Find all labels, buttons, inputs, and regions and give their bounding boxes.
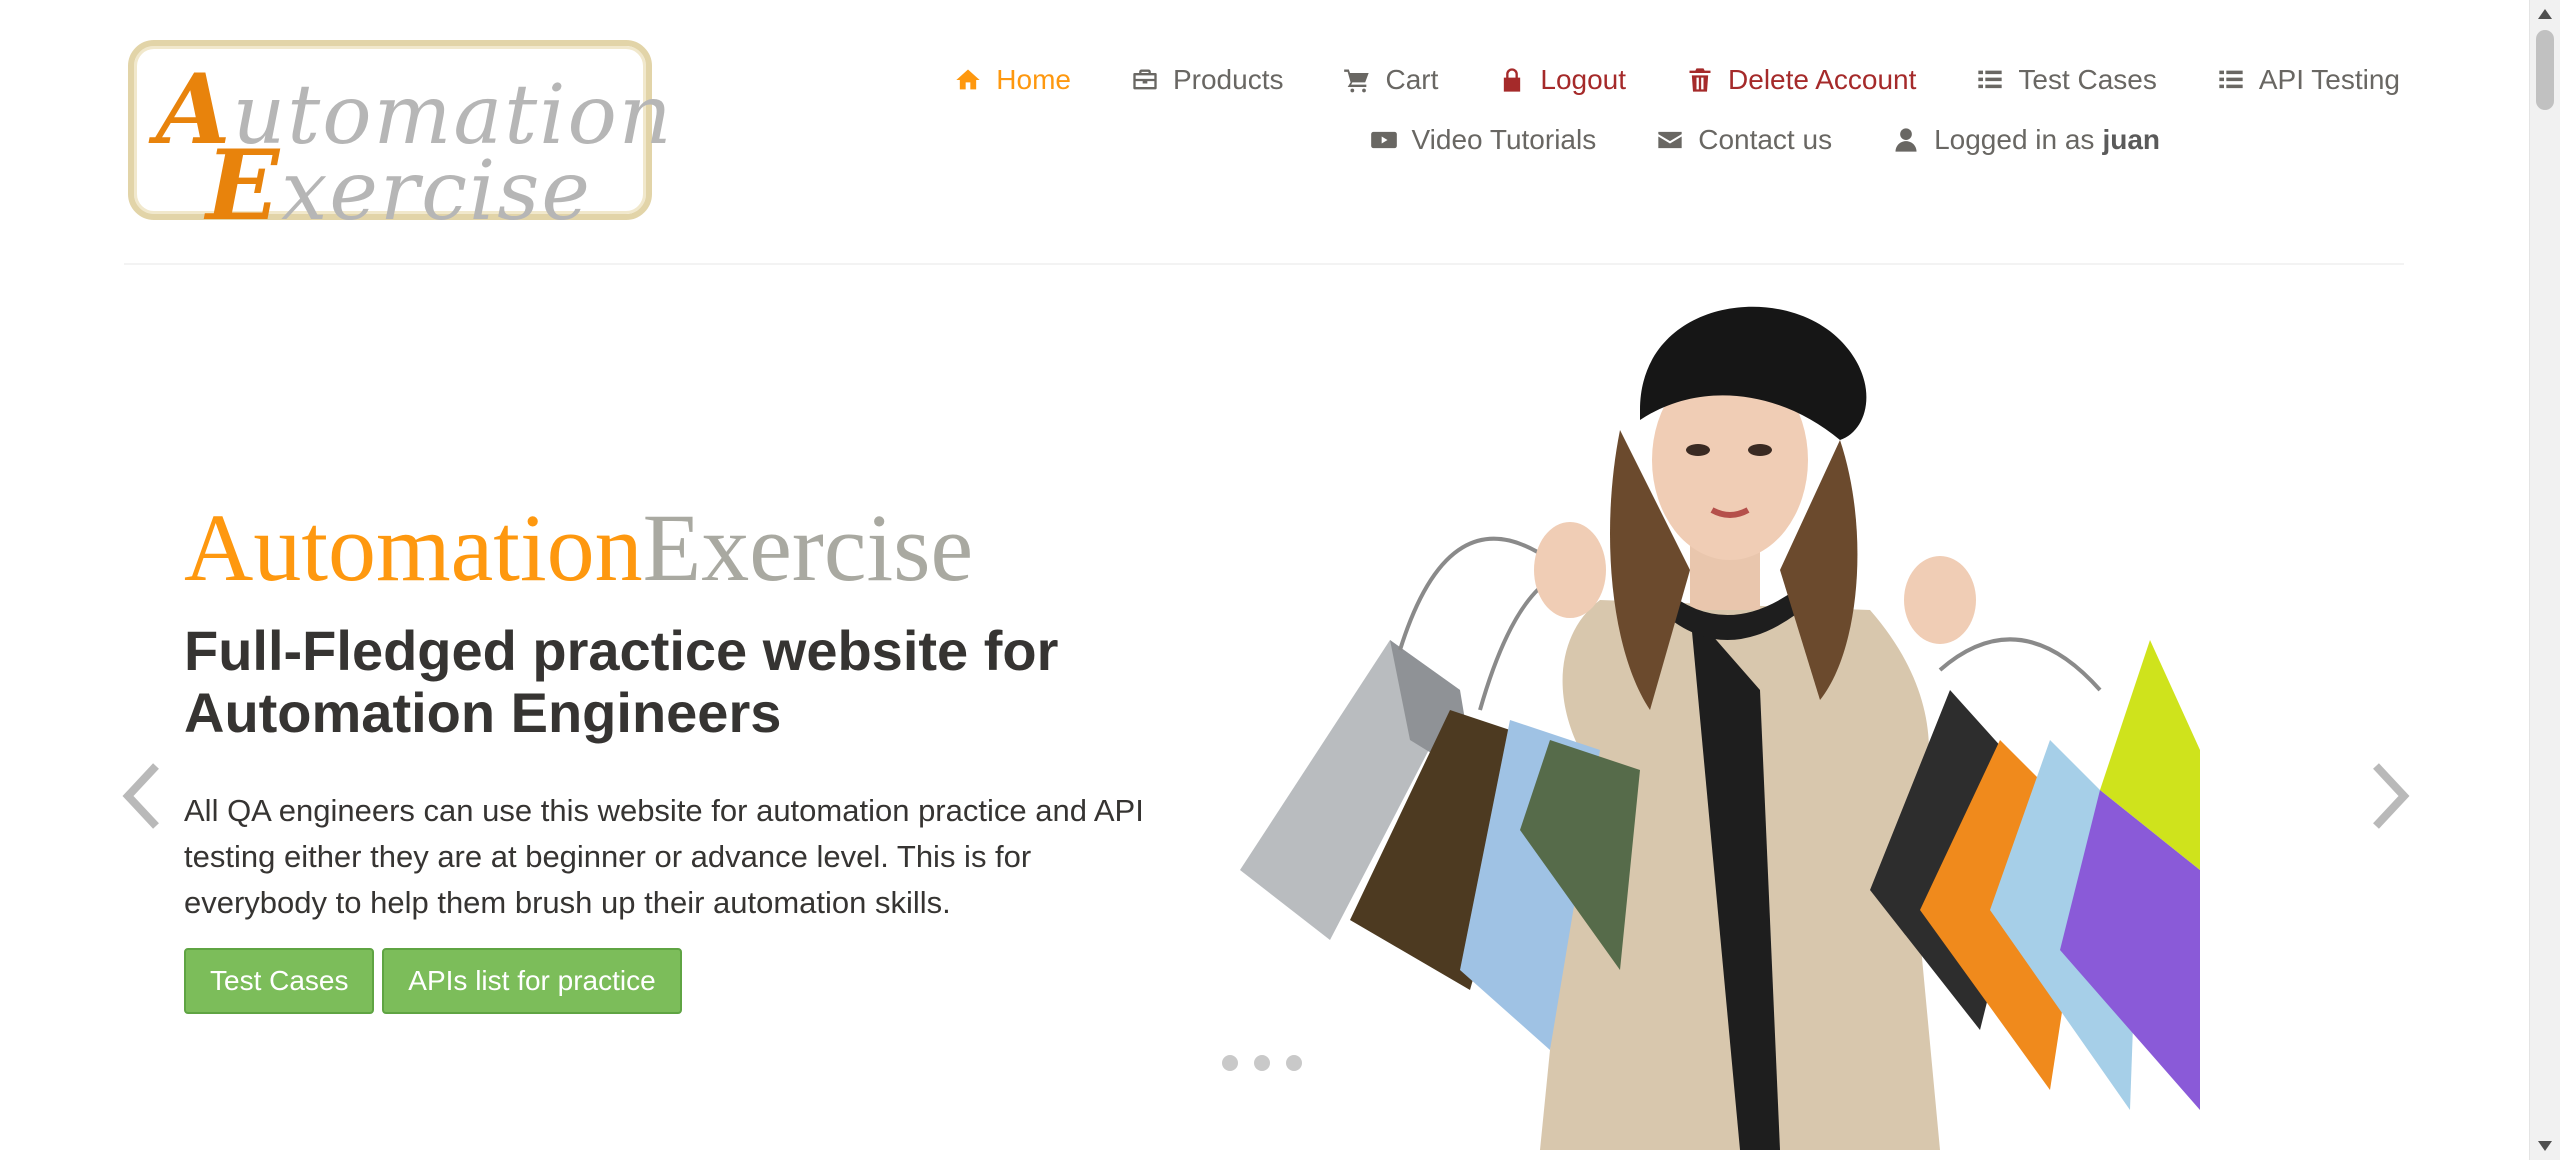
- nav-logged-in-as[interactable]: Logged in as juan: [1892, 124, 2160, 156]
- nav-logged-in-label: Logged in as: [1934, 124, 2095, 155]
- nav-api-testing-label: API Testing: [2258, 64, 2400, 95]
- list-icon: [2219, 70, 2243, 89]
- main-nav: Home Products Cart Logout Delete Account…: [600, 58, 2400, 178]
- nav-logout[interactable]: Logout: [1498, 64, 1626, 96]
- triangle-up-icon: [2538, 9, 2552, 19]
- chevron-right-icon: [2373, 763, 2410, 829]
- home-icon: [956, 69, 980, 90]
- scroll-down-button[interactable]: [2530, 1132, 2560, 1160]
- nav-api-testing[interactable]: API Testing: [2217, 64, 2400, 96]
- page-scrollbar[interactable]: [2529, 0, 2560, 1160]
- nav-products[interactable]: Products: [1131, 64, 1284, 96]
- nav-row-secondary: Video Tutorials Contact us Logged in as …: [600, 118, 2160, 162]
- scrollbar-thumb[interactable]: [2536, 30, 2554, 110]
- briefcase-icon: [1133, 69, 1157, 90]
- hero-brand: AutomationExercise: [184, 500, 973, 596]
- nav-cart[interactable]: Cart: [1343, 64, 1438, 96]
- carousel-next-button[interactable]: [2356, 756, 2416, 836]
- nav-delete-account[interactable]: Delete Account: [1686, 64, 1916, 96]
- nav-cart-label: Cart: [1385, 64, 1439, 95]
- hero-brand-part1: Automation: [184, 494, 643, 601]
- nav-delete-account-label: Delete Account: [1728, 64, 1917, 95]
- nav-logout-label: Logout: [1540, 64, 1627, 95]
- test-cases-button[interactable]: Test Cases: [184, 948, 374, 1014]
- nav-contact-us-label: Contact us: [1698, 124, 1833, 155]
- lock-icon: [1504, 68, 1521, 92]
- nav-video-tutorials-label: Video Tutorials: [1411, 124, 1597, 155]
- carousel-prev-button[interactable]: [116, 756, 176, 836]
- trash-icon: [1689, 68, 1711, 92]
- list-icon: [1978, 70, 2003, 89]
- nav-home-label: Home: [996, 64, 1071, 95]
- logged-in-username: juan: [2102, 124, 2160, 155]
- nav-contact-us[interactable]: Contact us: [1656, 124, 1832, 156]
- user-icon: [1895, 128, 1917, 152]
- triangle-down-icon: [2538, 1141, 2552, 1151]
- nav-video-tutorials[interactable]: Video Tutorials: [1370, 124, 1597, 156]
- envelope-icon: [1658, 131, 1682, 149]
- nav-test-cases[interactable]: Test Cases: [1976, 64, 2157, 96]
- cart-icon: [1344, 69, 1370, 93]
- chevron-left-icon: [122, 763, 159, 829]
- header-divider: [124, 263, 2404, 265]
- hero-headline: Full-Fledged practice website for Automa…: [184, 619, 1059, 744]
- nav-row-primary: Home Products Cart Logout Delete Account…: [600, 58, 2400, 102]
- apis-list-button[interactable]: APIs list for practice: [382, 948, 682, 1014]
- logo-line-2: Exercise: [206, 129, 592, 242]
- scroll-up-button[interactable]: [2530, 0, 2560, 28]
- nav-home[interactable]: Home: [954, 64, 1071, 96]
- hero-brand-part2: Exercise: [642, 494, 974, 601]
- youtube-icon: [1370, 131, 1397, 149]
- site-logo[interactable]: Automation Exercise: [128, 40, 672, 234]
- hero-description: All QA engineers can use this website fo…: [184, 793, 1144, 920]
- nav-products-label: Products: [1172, 64, 1284, 95]
- hero-shopper-image: [1240, 306, 2200, 1150]
- nav-test-cases-label: Test Cases: [2018, 64, 2157, 95]
